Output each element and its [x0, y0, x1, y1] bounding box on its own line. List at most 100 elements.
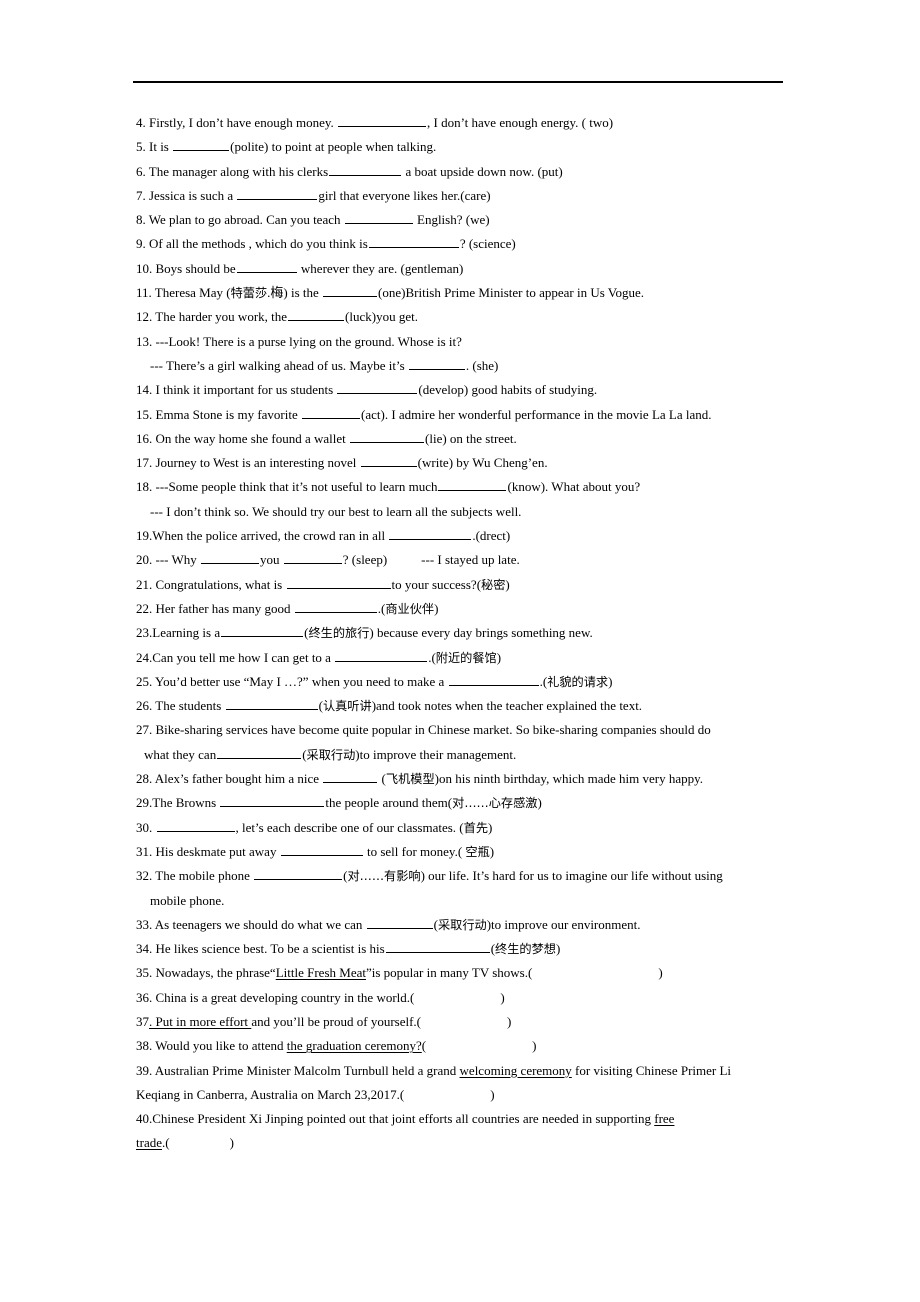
question-text: .( — [428, 649, 436, 665]
answer-blank[interactable] — [350, 430, 425, 443]
question-text: 23.Learning is a — [136, 625, 221, 641]
question-text: 33. As teenagers we should do what we ca… — [136, 916, 366, 932]
question-text: .梅) is the — [267, 285, 323, 301]
question-text: 7. Jessica is such a — [136, 187, 237, 203]
question-item: 5. It is (polite) to point at people whe… — [136, 135, 781, 159]
question-text: (know). What about you? — [507, 479, 641, 495]
chinese-hint: 认真听讲 — [322, 699, 372, 714]
question-line: 14. I think it important for us students… — [136, 378, 781, 402]
answer-blank[interactable] — [323, 770, 378, 784]
question-text: ”is popular in many TV shows.( — [365, 965, 533, 981]
question-item: 30. , let’s each describe one of our cla… — [136, 816, 781, 840]
answer-blank[interactable] — [302, 406, 361, 419]
answer-blank[interactable] — [288, 308, 345, 322]
question-line: 24.Can you tell me how I can get to a .(… — [136, 646, 781, 670]
answer-blank[interactable] — [201, 551, 260, 565]
answer-blank[interactable] — [221, 624, 304, 638]
question-line: 32. The mobile phone (对……有影响) our life. … — [136, 864, 781, 888]
question-item: 25. You’d better use “May I …?” when you… — [136, 670, 781, 694]
answer-blank[interactable] — [329, 163, 402, 176]
question-item: 26. The students (认真听讲)and took notes wh… — [136, 694, 781, 718]
chinese-hint: 对……心存感激 — [452, 796, 538, 811]
question-text: . (she) — [465, 357, 499, 373]
question-item: 10. Boys should be wherever they are. (g… — [136, 257, 781, 281]
question-text: (develop) good habits of studying. — [418, 382, 598, 398]
question-item: 27. Bike-sharing services have become qu… — [136, 718, 781, 767]
answer-blank[interactable] — [344, 211, 413, 225]
question-text: 20. --- Why — [136, 552, 201, 568]
question-text: 19.When the police arrived, the crowd ra… — [136, 528, 389, 544]
question-text: 17. Journey to West is an interesting no… — [136, 455, 360, 471]
question-item: 9. Of all the methods , which do you thi… — [136, 232, 781, 256]
answer-blank[interactable] — [220, 794, 325, 808]
question-text: ) — [489, 843, 495, 859]
question-text: 8. We plan to go abroad. Can you teach — [136, 212, 344, 228]
question-item: 13. ---Look! There is a purse lying on t… — [136, 330, 781, 379]
answer-blank[interactable] — [389, 527, 472, 541]
chinese-hint: 对……有影响 — [347, 869, 421, 884]
question-line: 5. It is (polite) to point at people whe… — [136, 135, 781, 159]
question-text: )and took notes when the teacher explain… — [371, 698, 643, 714]
question-text: 18. ---Some people think that it’s not u… — [136, 479, 438, 495]
answer-blank[interactable] — [237, 187, 318, 200]
answer-blank[interactable] — [280, 843, 363, 856]
chinese-hint: 商业伙伴 — [385, 601, 435, 616]
question-text: 38. Would you like to attend — [136, 1038, 287, 1054]
underlined-phrase: free — [654, 1111, 675, 1127]
question-text: ) — [500, 989, 505, 1005]
question-text: 25. You’d better use “May I …?” when you… — [136, 673, 448, 689]
question-line: 34. He likes science best. To be a scien… — [136, 937, 781, 961]
question-line: Keqiang in Canberra, Australia on March … — [136, 1083, 781, 1107]
question-text: )to improve their management. — [355, 746, 517, 762]
answer-blank[interactable] — [366, 916, 433, 929]
answer-blank[interactable] — [236, 260, 297, 273]
answer-blank[interactable] — [217, 746, 302, 759]
question-item: 8. We plan to go abroad. Can you teach E… — [136, 208, 781, 232]
answer-blank[interactable] — [438, 479, 507, 492]
chinese-hint: 秘密 — [481, 577, 506, 592]
answer-blank[interactable] — [335, 649, 428, 662]
question-line: 7. Jessica is such a girl that everyone … — [136, 184, 781, 208]
answer-blank[interactable] — [408, 357, 465, 370]
question-line: 22. Her father has many good .(商业伙伴) — [136, 597, 781, 621]
question-text: 15. Emma Stone is my favorite — [136, 406, 302, 422]
question-text: 9. Of all the methods , which do you thi… — [136, 236, 368, 252]
question-text: ? (science) — [459, 236, 516, 252]
question-line: 16. On the way home she found a wallet (… — [136, 427, 781, 451]
answer-blank[interactable] — [173, 138, 230, 152]
question-text: (act). I admire her wonderful performanc… — [361, 406, 712, 422]
answer-blank[interactable] — [225, 697, 318, 711]
answer-blank[interactable] — [294, 600, 377, 613]
question-item: 31. His deskmate put away to sell for mo… — [136, 840, 781, 864]
chinese-hint: 礼貌的请求 — [547, 674, 609, 689]
question-line: 25. You’d better use “May I …?” when you… — [136, 670, 781, 694]
answer-blank[interactable] — [254, 867, 343, 881]
answer-blank[interactable] — [338, 114, 426, 127]
answer-blank[interactable] — [385, 940, 490, 954]
question-text: ) — [532, 1038, 537, 1054]
chinese-hint: 终生的梦想 — [495, 942, 556, 957]
answer-blank[interactable] — [323, 284, 378, 298]
answer-blank[interactable] — [448, 673, 539, 686]
question-line: 18. ---Some people think that it’s not u… — [136, 475, 781, 499]
answer-blank[interactable] — [156, 819, 235, 832]
question-item: 7. Jessica is such a girl that everyone … — [136, 184, 781, 208]
question-item: 34. He likes science best. To be a scien… — [136, 937, 781, 961]
question-text: girl that everyone likes her.(care) — [318, 187, 491, 203]
question-text: (write) by Wu Cheng’en. — [417, 455, 548, 471]
question-item: 15. Emma Stone is my favorite (act). I a… — [136, 403, 781, 427]
question-line: 20. --- Why you ? (sleep) --- I stayed up… — [136, 548, 781, 572]
question-line: 31. His deskmate put away to sell for mo… — [136, 840, 781, 864]
answer-blank[interactable] — [360, 454, 417, 468]
answer-blank[interactable] — [283, 551, 342, 565]
answer-blank[interactable] — [368, 236, 459, 249]
question-text: ) — [434, 600, 439, 616]
question-line: 36. China is a great developing country … — [136, 986, 781, 1010]
answer-blank[interactable] — [286, 576, 391, 589]
question-line: --- I don’t think so. We should try our … — [136, 500, 781, 524]
question-item: 32. The mobile phone (对……有影响) our life. … — [136, 864, 781, 913]
question-line: 30. , let’s each describe one of our cla… — [136, 816, 781, 840]
question-text: ) — [505, 576, 510, 592]
answer-blank[interactable] — [337, 381, 418, 395]
question-line: 35. Nowadays, the phrase“Little Fresh Me… — [136, 961, 781, 985]
